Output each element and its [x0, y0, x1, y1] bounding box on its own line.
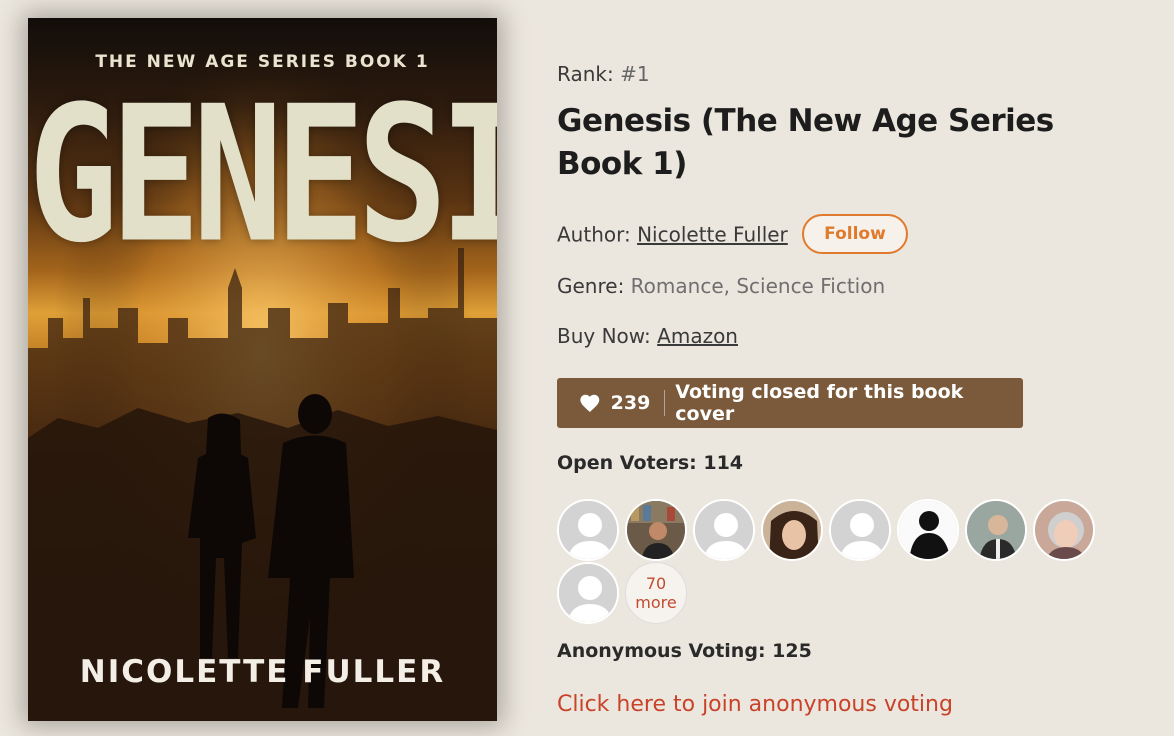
- vote-status: Voting closed for this book cover: [675, 381, 964, 425]
- vote-divider: [664, 390, 666, 416]
- cover-author-text: NICOLETTE FULLER: [79, 654, 446, 690]
- rank-label: Rank:: [557, 62, 614, 86]
- book-cover-page: THE NEW AGE SERIES BOOK 1 GENESIS NICOLE…: [0, 0, 1174, 736]
- more-voters-button[interactable]: 70 more: [625, 562, 687, 624]
- author-link[interactable]: Nicolette Fuller: [637, 223, 788, 247]
- genre-value: Romance, Science Fiction: [630, 274, 886, 298]
- voter-avatar[interactable]: [829, 499, 891, 561]
- buy-now-label: Buy Now:: [557, 324, 651, 348]
- voter-avatar[interactable]: [897, 499, 959, 561]
- rank: Rank: #1: [557, 62, 650, 86]
- book-cover-image: THE NEW AGE SERIES BOOK 1 GENESIS NICOLE…: [28, 18, 497, 721]
- anonymous-voting-label: Anonymous Voting: 125: [557, 640, 812, 662]
- vote-count: 239: [610, 392, 651, 414]
- amazon-link[interactable]: Amazon: [657, 324, 738, 348]
- voter-avatar[interactable]: [965, 499, 1027, 561]
- vote-button[interactable]: 239 Voting closed for this book cover: [557, 378, 1023, 428]
- rank-value: #1: [620, 62, 650, 86]
- page-title: Genesis (The New Age Series Book 1): [557, 103, 1054, 182]
- buy-now-row: Buy Now: Amazon: [557, 324, 738, 348]
- voter-avatar[interactable]: [1033, 499, 1095, 561]
- more-voters-count: 70: [645, 574, 667, 593]
- cover-title-text: GENESIS: [28, 67, 497, 285]
- follow-button[interactable]: Follow: [802, 214, 908, 254]
- genre-row: Genre: Romance, Science Fiction: [557, 274, 885, 298]
- heart-icon: [580, 394, 600, 413]
- genre-label: Genre:: [557, 274, 625, 298]
- open-voters-label: Open Voters: 114: [557, 452, 744, 474]
- more-voters-label: more: [635, 593, 677, 612]
- author-row: Author: Nicolette Fuller Follow: [557, 214, 908, 256]
- voter-avatar[interactable]: [557, 562, 619, 624]
- author-label: Author:: [557, 222, 631, 247]
- voter-avatar[interactable]: [557, 499, 619, 561]
- voter-avatar[interactable]: [693, 499, 755, 561]
- join-anonymous-voting-link[interactable]: Click here to join anonymous voting: [557, 692, 953, 717]
- voter-avatar[interactable]: [761, 499, 823, 561]
- voter-avatar[interactable]: [625, 499, 687, 561]
